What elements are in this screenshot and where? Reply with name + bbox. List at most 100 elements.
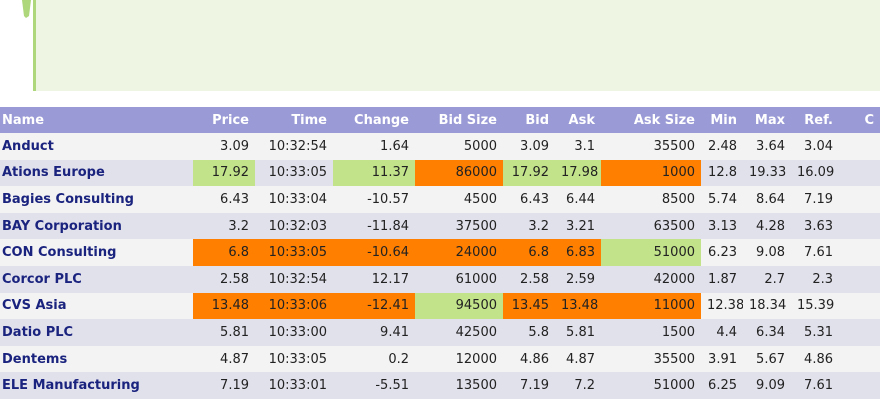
cell-bid: 3.09 — [503, 133, 555, 160]
instrument-name: Bagies Consulting — [0, 186, 193, 213]
cell-min: 3.13 — [701, 212, 743, 240]
cell-bid-size: 37500 — [415, 212, 503, 240]
cell-ask: 2.59 — [555, 265, 601, 293]
table-row[interactable]: CON Consulting 6.8 10:33:05 -10.64 24000 6.8 6… — [0, 239, 880, 266]
cell-time: 10:33:05 — [255, 159, 333, 187]
table-row[interactable]: Anduct 3.09 10:32:54 1.64 5000 3.09 3.1 35500 2.… — [0, 133, 880, 160]
cell-ref: 16.09 — [791, 159, 839, 187]
cell-time: 10:33:06 — [255, 292, 333, 320]
cell-overflow — [839, 212, 880, 240]
cell-ask-size: 51000 — [601, 372, 701, 399]
instrument-name: Anduct — [0, 133, 193, 160]
table-body: Anduct 3.09 10:32:54 1.64 5000 3.09 3.1 35500 2.… — [0, 133, 880, 399]
cell-bid-size: 4500 — [415, 186, 503, 213]
column-header-change[interactable]: Change — [333, 107, 415, 133]
cell-max: 19.33 — [743, 159, 791, 187]
cell-min: 3.91 — [701, 345, 743, 373]
cell-overflow — [839, 239, 880, 266]
table-row[interactable]: Bagies Consulting 6.43 10:33:04 -10.57 4500 6… — [0, 186, 880, 213]
cell-max: 18.34 — [743, 292, 791, 320]
cell-time: 10:33:01 — [255, 372, 333, 399]
cell-price: 13.48 — [193, 292, 255, 320]
table-row[interactable]: CVS Asia 13.48 10:33:06 -12.41 94500 13.45 13.… — [0, 292, 880, 320]
column-header-bid[interactable]: Bid — [503, 107, 555, 133]
cell-ask: 7.2 — [555, 372, 601, 399]
column-header-name[interactable]: Name — [0, 107, 193, 133]
cell-ask: 3.1 — [555, 133, 601, 160]
column-header-ask[interactable]: Ask — [555, 107, 601, 133]
cell-max: 4.28 — [743, 212, 791, 240]
cell-ref: 7.19 — [791, 186, 839, 213]
cell-time: 10:32:54 — [255, 133, 333, 160]
cell-max: 8.64 — [743, 186, 791, 213]
column-header-ask-size[interactable]: Ask Size — [601, 107, 701, 133]
instrument-name: CVS Asia — [0, 292, 193, 320]
cell-ask: 4.87 — [555, 345, 601, 373]
column-header-price[interactable]: Price — [193, 107, 255, 133]
cell-ask-size: 8500 — [601, 186, 701, 213]
top-panel — [33, 0, 880, 91]
table-row[interactable]: Datio PLC 5.81 10:33:00 9.41 42500 5.8 5.81 150… — [0, 319, 880, 346]
cell-max: 5.67 — [743, 345, 791, 373]
cell-bid-size: 5000 — [415, 133, 503, 160]
table-row[interactable]: Dentems 4.87 10:33:05 0.2 12000 4.86 4.87 35500… — [0, 345, 880, 373]
cell-price: 6.8 — [193, 239, 255, 266]
instrument-name: Ations Europe — [0, 159, 193, 187]
cell-change: 1.64 — [333, 133, 415, 160]
cell-ask: 3.21 — [555, 212, 601, 240]
cell-time: 10:32:03 — [255, 212, 333, 240]
cell-price: 2.58 — [193, 265, 255, 293]
cell-overflow — [839, 345, 880, 373]
cell-bid-size: 24000 — [415, 239, 503, 266]
column-header-max[interactable]: Max — [743, 107, 791, 133]
cell-min: 6.23 — [701, 239, 743, 266]
cell-change: -11.84 — [333, 212, 415, 240]
cell-ask-size: 11000 — [601, 292, 701, 320]
cell-bid: 2.58 — [503, 265, 555, 293]
cell-overflow — [839, 319, 880, 346]
cell-bid: 6.8 — [503, 239, 555, 266]
column-header-time[interactable]: Time — [255, 107, 333, 133]
panel-tab-icon — [22, 0, 31, 18]
cell-ref: 7.61 — [791, 239, 839, 266]
table-row[interactable]: Corcor PLC 2.58 10:32:54 12.17 61000 2.58 2.59… — [0, 265, 880, 293]
column-header-ref[interactable]: Ref. — [791, 107, 839, 133]
table-row[interactable]: Ations Europe 17.92 10:33:05 11.37 86000 17.9… — [0, 159, 880, 187]
cell-overflow — [839, 292, 880, 320]
cell-max: 9.08 — [743, 239, 791, 266]
cell-bid-size: 61000 — [415, 265, 503, 293]
instrument-name: CON Consulting — [0, 239, 193, 266]
cell-bid: 3.2 — [503, 212, 555, 240]
cell-bid: 13.45 — [503, 292, 555, 320]
cell-ask-size: 1500 — [601, 319, 701, 346]
cell-ask-size: 35500 — [601, 133, 701, 160]
cell-change: -12.41 — [333, 292, 415, 320]
cell-min: 2.48 — [701, 133, 743, 160]
table-row[interactable]: ELE Manufacturing 7.19 10:33:01 -5.51 13500 7… — [0, 372, 880, 399]
instrument-name: Datio PLC — [0, 319, 193, 346]
column-header-min[interactable]: Min — [701, 107, 743, 133]
cell-max: 2.7 — [743, 265, 791, 293]
cell-overflow — [839, 372, 880, 399]
cell-min: 12.38 — [701, 292, 743, 320]
cell-max: 3.64 — [743, 133, 791, 160]
cell-bid-size: 86000 — [415, 159, 503, 187]
quotes-table: Name Price Time Change Bid Size Bid Ask Ask Siz… — [0, 107, 880, 399]
cell-ask: 6.44 — [555, 186, 601, 213]
cell-time: 10:33:00 — [255, 319, 333, 346]
cell-bid-size: 13500 — [415, 372, 503, 399]
column-header-bid-size[interactable]: Bid Size — [415, 107, 503, 133]
instrument-name: BAY Corporation — [0, 212, 193, 240]
cell-time: 10:32:54 — [255, 265, 333, 293]
column-header-c[interactable]: C — [839, 107, 880, 133]
cell-bid: 5.8 — [503, 319, 555, 346]
cell-min: 12.8 — [701, 159, 743, 187]
cell-ask: 17.98 — [555, 159, 601, 187]
cell-ask-size: 42000 — [601, 265, 701, 293]
cell-change: 12.17 — [333, 265, 415, 293]
cell-change: -10.57 — [333, 186, 415, 213]
cell-change: 11.37 — [333, 159, 415, 187]
cell-overflow — [839, 186, 880, 213]
table-row[interactable]: BAY Corporation 3.2 10:32:03 -11.84 37500 3.2… — [0, 212, 880, 240]
cell-change: -5.51 — [333, 372, 415, 399]
